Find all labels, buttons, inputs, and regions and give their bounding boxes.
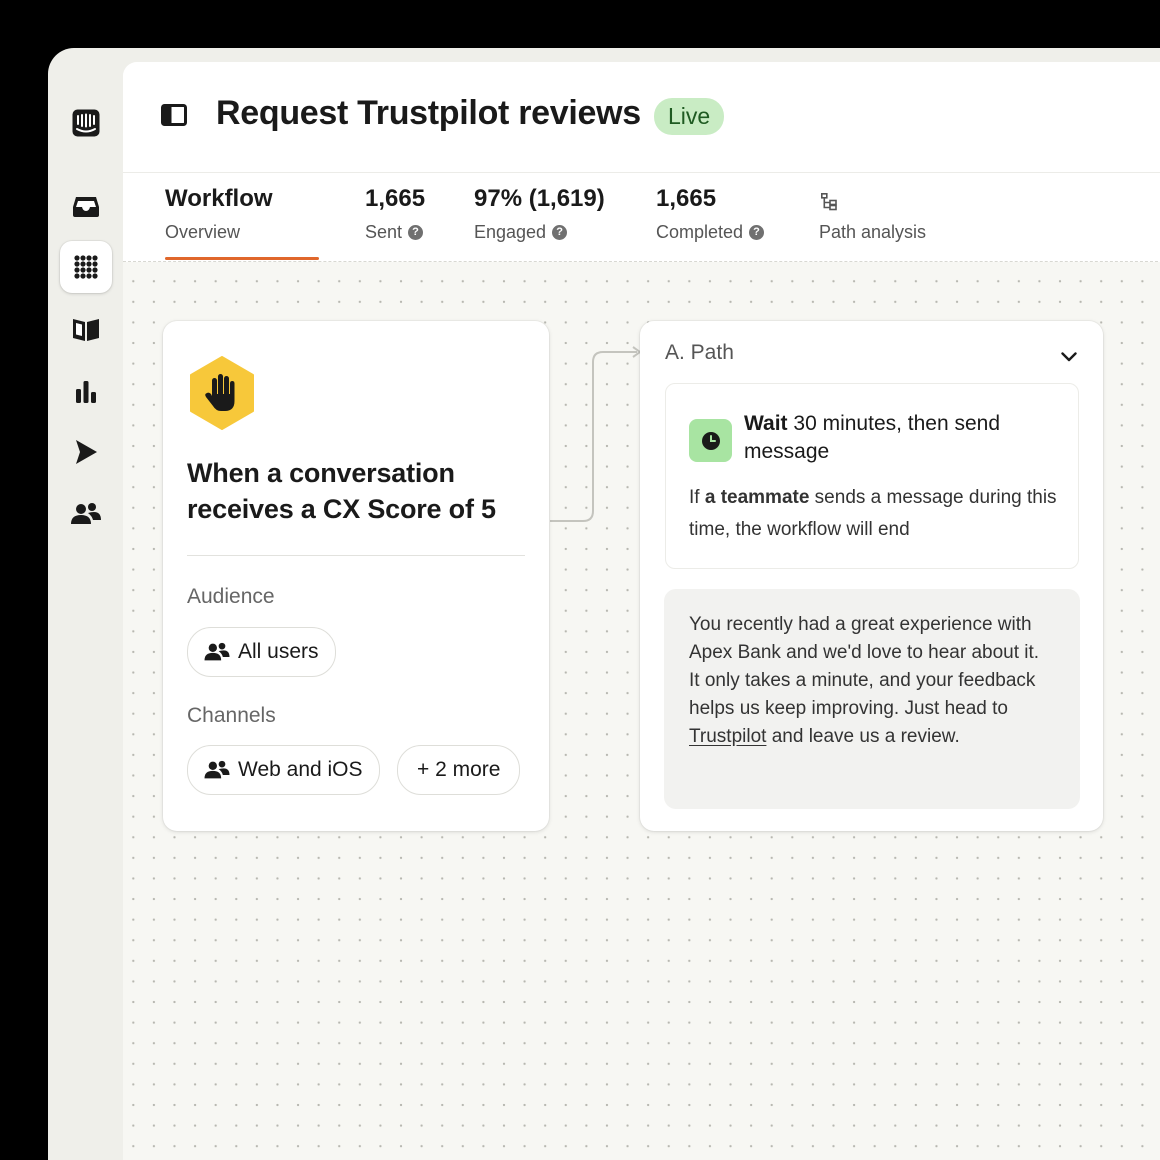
channels-label: Channels [187,704,276,727]
active-tab-indicator [165,257,319,260]
path-analysis-icon [821,193,837,216]
message-preview[interactable]: You recently had a great experience with… [664,589,1080,809]
help-icon[interactable]: ? [552,225,568,240]
inbox-icon[interactable] [60,180,112,232]
message-before: You recently had a great experience with… [689,614,1040,719]
book-icon[interactable] [60,303,112,355]
workflow-panel: Request Trustpilot reviews Live Workflow… [123,62,1160,1160]
sent-count: 1,665 [365,185,426,212]
trigger-title: When a conversation receives a CX Score … [187,458,496,524]
raised-hand-icon [189,356,255,435]
divider [187,555,525,556]
stats-tabbar: Workflow Overview 1,665 Sent? 97% (1,619… [123,173,1160,262]
sent-label: Sent? [365,222,424,243]
status-badge: Live [654,98,725,135]
message-after: and leave us a review. [766,726,960,747]
wait-note: If a teammate sends a message during thi… [689,482,1061,546]
logo-icon[interactable] [60,97,112,149]
note-prefix: If [689,487,705,508]
apps-grid-icon[interactable] [60,241,112,293]
engaged-label: Engaged? [474,222,568,243]
help-icon[interactable]: ? [749,225,765,240]
audience-label: Audience [187,585,275,608]
path-analysis-label-text: Path analysis [819,222,927,242]
users-icon [204,760,230,779]
trigger-card[interactable]: When a conversation receives a CX Score … [163,321,549,831]
sidebar-toggle-icon[interactable] [161,104,187,131]
users-icon[interactable] [60,488,112,540]
workflow-connector [550,346,642,522]
channels-value: Web and iOS [238,758,363,781]
wait-step[interactable]: Wait 30 minutes, then send message If a … [665,383,1079,569]
wait-title: Wait 30 minutes, then send message [744,410,1054,466]
users-icon [204,642,230,661]
help-icon[interactable]: ? [408,225,424,240]
note-bold: a teammate [704,487,810,508]
audience-value: All users [238,640,319,663]
wait-bold: Wait [744,412,788,435]
path-title: A. Path [665,341,734,364]
path-analysis-label: Path analysis [819,222,926,243]
clock-icon [689,419,732,462]
message-text: You recently had a great experience with… [689,611,1049,751]
trustpilot-link[interactable]: Trustpilot [689,726,766,747]
engaged-label-text: Engaged [474,222,547,242]
more-channels-label: + 2 more [417,758,501,781]
more-channels-chip[interactable]: + 2 more [397,745,521,795]
tab-workflow-title: Workflow [165,185,273,212]
completed-count: 1,665 [656,185,717,212]
completed-label: Completed? [656,222,765,243]
page-title: Request Trustpilot reviews [216,94,641,132]
completed-label-text: Completed [656,222,744,242]
chevron-down-icon[interactable] [1061,349,1077,367]
channels-chip[interactable]: Web and iOS [187,745,380,795]
send-arrow-icon[interactable] [60,426,112,478]
sent-label-text: Sent [365,222,403,242]
bar-chart-icon[interactable] [60,365,112,417]
sidebar [48,48,123,1160]
header-bar: Request Trustpilot reviews Live [123,62,1160,173]
path-card[interactable]: A. Path Wait 30 minutes, then send messa… [640,321,1103,831]
audience-chip[interactable]: All users [187,627,336,677]
tab-workflow-subtitle: Overview [165,222,240,243]
app-window: Request Trustpilot reviews Live Workflow… [48,48,1160,1160]
engaged-count: 97% (1,619) [474,185,605,212]
tab-workflow-subtitle-text: Overview [165,222,241,242]
